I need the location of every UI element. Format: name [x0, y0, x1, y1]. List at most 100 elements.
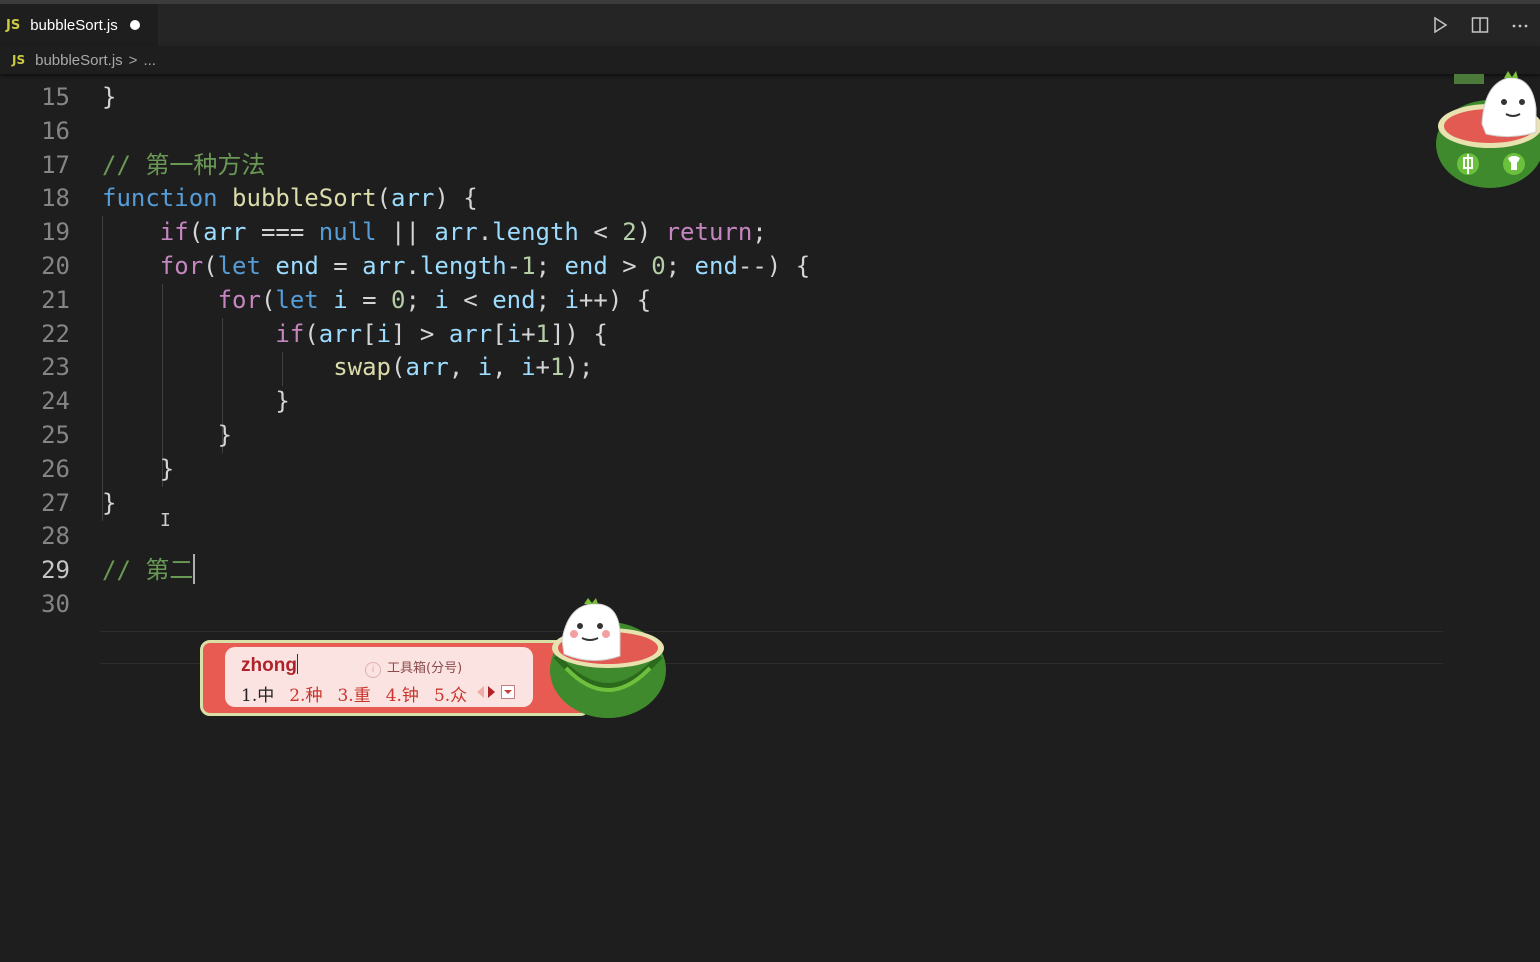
code-token: ) {: [434, 184, 478, 213]
code-token: swap: [333, 353, 391, 382]
code-token: .: [477, 218, 493, 247]
ime-candidate[interactable]: 3.重: [337, 681, 370, 706]
watermelon-mascot-image: [1436, 71, 1540, 188]
line-number: 29: [41, 556, 70, 585]
line-number: 26: [41, 454, 70, 483]
code-text: }: [102, 418, 232, 452]
line-number: 20: [41, 252, 70, 280]
code-token: );: [564, 353, 594, 382]
code-token: // 第一种方法: [102, 150, 266, 179]
code-text: swap(arr, i, i+1);: [102, 350, 593, 384]
code-line[interactable]: 30: [0, 587, 1540, 621]
code-token: [: [362, 319, 377, 348]
code-token: arr: [434, 218, 478, 247]
prev-page-icon[interactable]: [477, 686, 484, 698]
code-token: i: [376, 319, 392, 348]
editor-actions: [1420, 4, 1540, 46]
code-token: ] >: [391, 319, 449, 348]
ime-expand-icon[interactable]: [501, 685, 515, 699]
code-token: i: [506, 319, 522, 348]
code-token: for: [217, 285, 261, 314]
code-text: function bubbleSort(arr) {: [102, 181, 478, 215]
ime-caret: [296, 654, 298, 675]
chevron-right-icon: >: [128, 51, 138, 69]
code-line[interactable]: 25 }: [0, 418, 1540, 452]
code-token: 1: [521, 252, 536, 280]
tab-bubblesort[interactable]: JS bubbleSort.js: [0, 4, 158, 46]
code-token: 0: [391, 285, 406, 314]
code-line[interactable]: 20 for(let end = arr.length-1; end > 0; …: [0, 249, 1540, 283]
mouse-ibeam-cursor: I: [160, 510, 171, 531]
code-line[interactable]: 24 }: [0, 384, 1540, 418]
code-token: end: [564, 252, 608, 280]
code-token: }: [102, 387, 290, 416]
info-icon: i: [365, 662, 381, 678]
breadcrumb: JS bubbleSort.js > ...: [0, 46, 1540, 74]
code-line[interactable]: 27}: [0, 486, 1540, 520]
code-line[interactable]: 22 if(arr[i] > arr[i+1]) {: [0, 317, 1540, 351]
code-line[interactable]: 21 for(let i = 0; i < end; i++) {: [0, 283, 1540, 317]
code-line[interactable]: 19 if(arr === null || arr.length < 2) re…: [0, 215, 1540, 249]
ime-composition: zhong: [241, 654, 298, 677]
code-token: bubbleSort: [232, 184, 377, 213]
unsaved-dot-icon[interactable]: [129, 20, 140, 30]
code-token: -: [506, 252, 522, 280]
ime-candidate[interactable]: 5.众: [434, 681, 467, 706]
line-number: 16: [41, 116, 70, 145]
code-token: --) {: [737, 252, 811, 280]
code-token: ,: [448, 353, 478, 382]
code-line[interactable]: 26 }: [0, 452, 1540, 486]
ime-candidate-window: zhong i 工具箱(分号) 1.中 2.种 3.重 4.钟 5.众: [200, 640, 590, 716]
line-number: 24: [41, 387, 70, 416]
code-text: }: [102, 452, 174, 486]
code-text: // 第二: [102, 553, 196, 587]
code-token: }: [102, 83, 117, 111]
line-number: 28: [41, 522, 70, 551]
ime-candidate[interactable]: 1.中: [241, 681, 274, 706]
code-line[interactable]: 28: [0, 519, 1540, 553]
code-token: ||: [376, 218, 435, 247]
split-editor-button[interactable]: [1460, 4, 1500, 46]
code-token: 2: [622, 218, 637, 247]
code-token: function: [102, 184, 218, 213]
code-line[interactable]: 16: [0, 114, 1540, 148]
code-line[interactable]: 18 function bubbleSort(arr) {: [0, 181, 1540, 215]
breadcrumb-file[interactable]: bubbleSort.js: [35, 52, 123, 69]
code-token: ++) {: [578, 285, 652, 314]
code-token: =: [347, 285, 392, 314]
code-token: length: [419, 252, 507, 280]
code-token: ;: [405, 285, 435, 314]
breadcrumb-symbol[interactable]: ...: [143, 52, 156, 69]
code-token: ]) {: [549, 319, 608, 348]
ime-candidate[interactable]: 2.种: [289, 681, 322, 706]
code-token: .: [405, 252, 420, 280]
run-button[interactable]: [1420, 4, 1460, 46]
code-token: ;: [535, 252, 565, 280]
ime-candidates: 1.中 2.种 3.重 4.钟 5.众: [241, 681, 482, 706]
code-token: i: [564, 285, 579, 314]
code-token: 1: [535, 319, 550, 348]
code-line[interactable]: 17 // 第一种方法: [0, 148, 1540, 182]
line-number: 21: [41, 285, 70, 314]
ime-toolbox[interactable]: i 工具箱(分号): [365, 657, 462, 678]
code-token: return: [665, 218, 753, 247]
code-token: ;: [535, 285, 565, 314]
tab-bar: JS bubbleSort.js: [0, 4, 1540, 46]
next-page-icon[interactable]: [488, 686, 495, 698]
ime-page-nav: [477, 685, 515, 699]
line-number: 25: [41, 421, 70, 449]
code-line[interactable]: 15}: [0, 80, 1540, 114]
code-line[interactable]: 23 swap(arr, i, i+1);: [0, 350, 1540, 384]
code-token: if: [159, 218, 189, 247]
code-token: 1: [549, 353, 565, 382]
code-token: (: [376, 184, 391, 213]
ime-candidate[interactable]: 4.钟: [386, 681, 419, 706]
code-line[interactable]: 29 // 第二: [0, 553, 1540, 587]
code-token: arr: [391, 184, 435, 213]
more-actions-button[interactable]: [1500, 4, 1540, 46]
code-editor[interactable]: 15} 16 17// 第一种方法 18 function bubbleSort(arr…: [0, 76, 1540, 962]
code-text: for(let i = 0; i < end; i++) {: [102, 283, 652, 317]
